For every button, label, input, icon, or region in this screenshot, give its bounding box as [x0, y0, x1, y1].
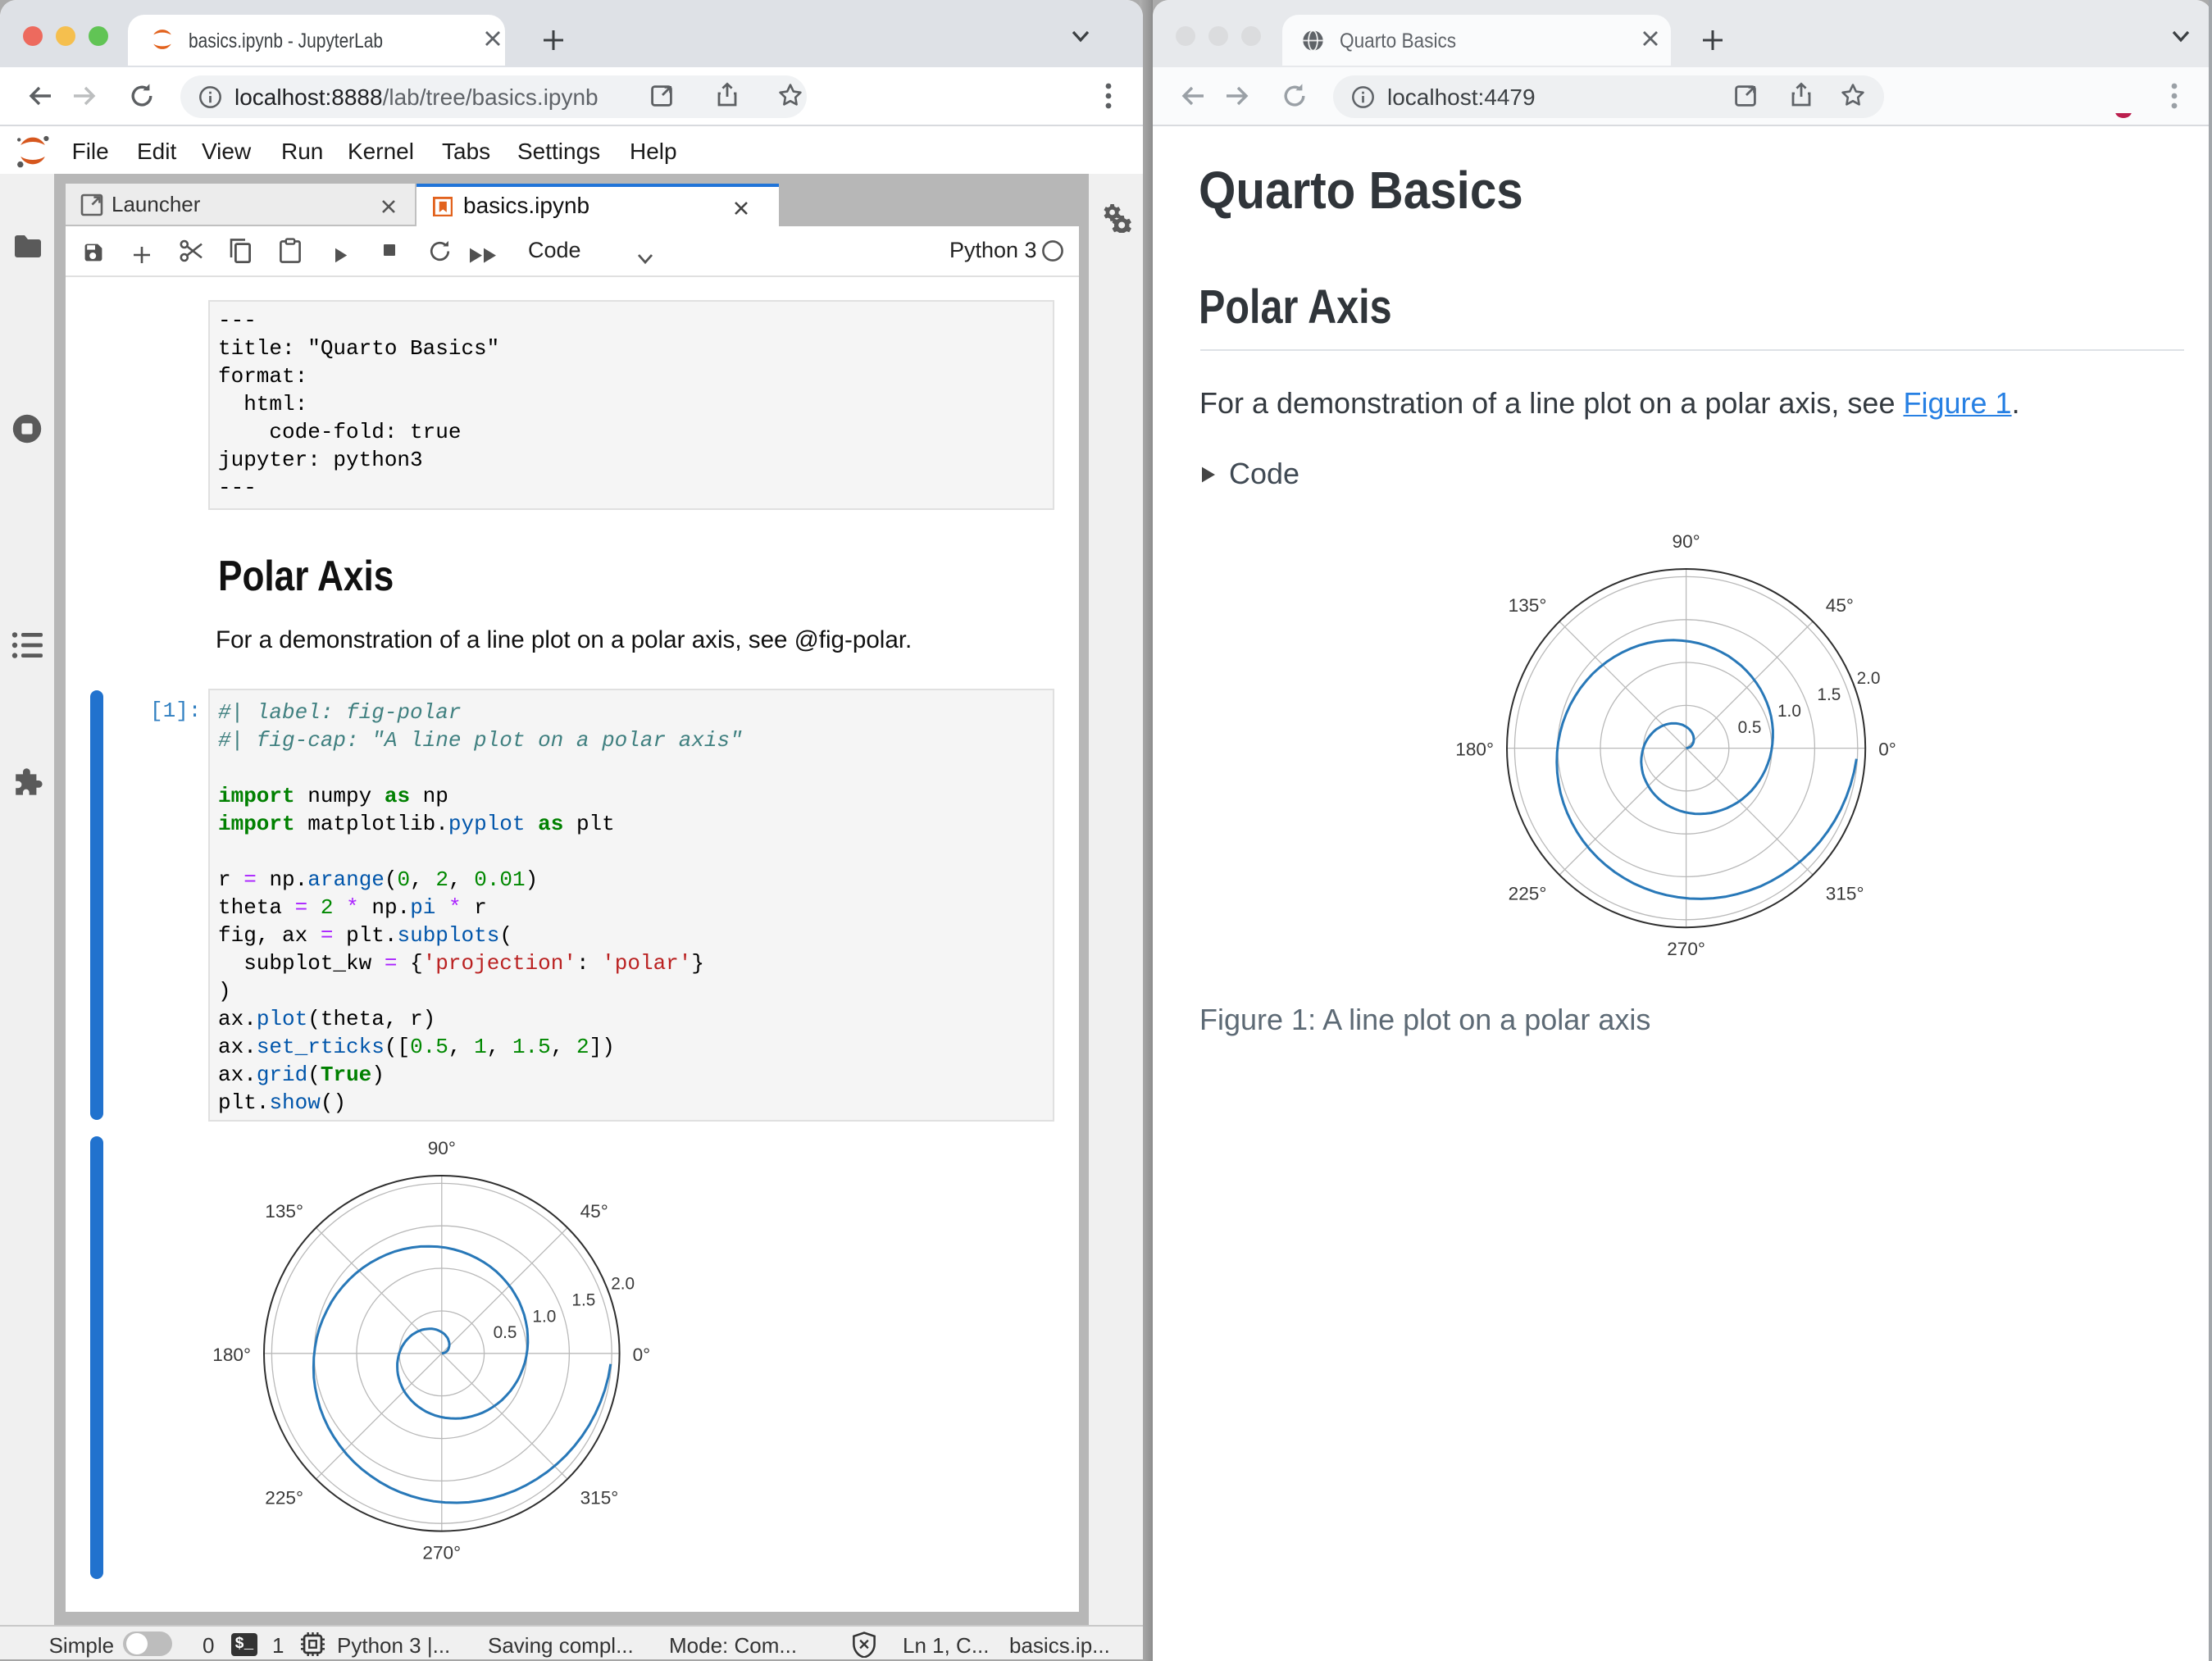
svg-text:270°: 270° — [1668, 939, 1706, 959]
svg-text:315°: 315° — [1826, 883, 1864, 903]
svg-text:270°: 270° — [423, 1543, 462, 1563]
svg-text:2.0: 2.0 — [612, 1275, 635, 1294]
svg-text:1.5: 1.5 — [572, 1291, 596, 1310]
svg-text:225°: 225° — [266, 1488, 304, 1509]
svg-text:1.5: 1.5 — [1818, 685, 1841, 704]
svg-text:225°: 225° — [1509, 883, 1547, 903]
svg-text:0.5: 0.5 — [494, 1324, 517, 1343]
svg-text:1.0: 1.0 — [1778, 702, 1802, 721]
svg-text:0.5: 0.5 — [1738, 718, 1762, 737]
svg-text:1.0: 1.0 — [533, 1308, 557, 1327]
svg-text:2.0: 2.0 — [1857, 669, 1881, 688]
svg-text:90°: 90° — [428, 1139, 456, 1159]
svg-text:180°: 180° — [1456, 739, 1495, 760]
svg-text:45°: 45° — [1826, 595, 1854, 616]
svg-text:180°: 180° — [213, 1345, 252, 1366]
svg-text:0°: 0° — [633, 1345, 651, 1366]
svg-text:90°: 90° — [1673, 531, 1700, 552]
svg-text:0°: 0° — [1879, 739, 1897, 760]
svg-text:135°: 135° — [266, 1202, 304, 1222]
svg-text:315°: 315° — [580, 1488, 619, 1509]
svg-text:135°: 135° — [1509, 595, 1547, 616]
svg-text:45°: 45° — [580, 1202, 608, 1222]
